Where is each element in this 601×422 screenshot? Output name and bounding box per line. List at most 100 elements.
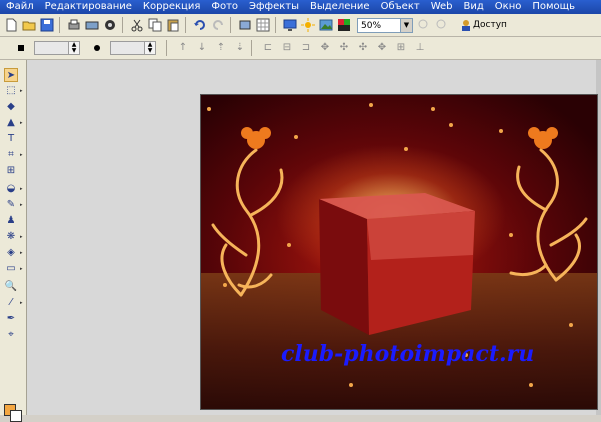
brush-tool-icon[interactable]: ✎ (4, 198, 18, 212)
center-h-icon[interactable]: ✣ (338, 42, 350, 54)
zoom-tool-icon[interactable]: 🔍 (4, 280, 18, 294)
zoom-out-icon[interactable] (417, 18, 431, 32)
chevron-right-icon: ▸ (20, 120, 23, 126)
circle-shape-icon[interactable] (90, 41, 104, 55)
grid-icon[interactable] (256, 18, 270, 32)
align-right-icon[interactable]: ⊐ (300, 42, 312, 54)
monitor-icon[interactable] (283, 18, 297, 32)
align-bottom-icon[interactable]: ↓ (196, 42, 208, 54)
eraser-tool-icon[interactable]: ◒ (4, 182, 18, 196)
zoom-in-icon[interactable] (435, 18, 449, 32)
pick-tool-icon[interactable]: ➤ (4, 68, 18, 82)
align-bottom-edge-icon[interactable]: ⇣ (234, 42, 246, 54)
chevron-right-icon: ▸ (20, 300, 23, 306)
align-center-h-icon[interactable]: ⊟ (281, 42, 293, 54)
camera-icon[interactable] (103, 18, 117, 32)
zoom-select[interactable]: 50% ▼ (357, 17, 413, 33)
left-flower (241, 127, 271, 149)
magic-wand-icon[interactable]: ◆ (4, 100, 18, 114)
same-height-icon[interactable]: ⊥ (414, 42, 426, 54)
tool-panel: ➤ ⬚ ▸ ◆ ▲ ▸ T ⌗ ▸ ⊞ ◒ ▸ ✎ ▸ ♟ ❋ ▸ ◈ ▸ ▭ … (0, 60, 27, 422)
background-color-swatch[interactable] (10, 410, 22, 422)
standard-toolbar: 50% ▼ Доступ (0, 14, 601, 37)
crop-tool-icon[interactable]: ⌗ (4, 148, 18, 162)
print-icon[interactable] (67, 18, 81, 32)
cube-left (319, 199, 369, 335)
clone-tool-icon[interactable]: ❋ (4, 230, 18, 244)
menu-view[interactable]: Вид (458, 0, 489, 14)
menu-help[interactable]: Помощь (526, 0, 580, 14)
image-edit-icon[interactable] (319, 18, 333, 32)
height-spinner[interactable]: ▲ ▼ (110, 41, 156, 55)
align-top-icon[interactable]: ↑ (177, 42, 189, 54)
menu-photo[interactable]: Фото (205, 0, 243, 14)
toolbar-separator (59, 17, 60, 33)
document-canvas[interactable]: club-photoimpact.ru (200, 94, 598, 410)
gradient-tool-icon[interactable]: ▭ (4, 262, 18, 276)
toolbar-separator (275, 17, 276, 33)
pen-tool-icon[interactable]: ✒ (4, 312, 18, 326)
menu-selection[interactable]: Выделение (304, 0, 375, 14)
new-file-icon[interactable] (4, 18, 18, 32)
eyedropper-tool-icon[interactable]: ⁄ (4, 296, 18, 310)
save-icon[interactable] (40, 18, 54, 32)
left-floral (211, 148, 284, 297)
color-picker-icon[interactable] (337, 18, 351, 32)
menu-adjust[interactable]: Коррекция (137, 0, 205, 14)
width-spinner[interactable]: ▲ ▼ (34, 41, 80, 55)
center-v-icon[interactable]: ✣ (357, 42, 369, 54)
spinner-arrows[interactable]: ▲ ▼ (68, 42, 79, 54)
undo-icon[interactable] (193, 18, 207, 32)
chevron-right-icon: ▸ (20, 186, 23, 192)
toolbar-separator (122, 17, 123, 33)
redo-icon[interactable] (211, 18, 225, 32)
transform-tool-icon[interactable]: ⊞ (4, 164, 18, 178)
menu-window[interactable]: Окно (489, 0, 527, 14)
cut-icon[interactable] (130, 18, 144, 32)
menu-web[interactable]: Web (425, 0, 458, 14)
sun-icon[interactable] (301, 18, 315, 32)
menu-edit[interactable]: Редактирование (39, 0, 137, 14)
chevron-right-icon: ▸ (20, 250, 23, 256)
access-button[interactable]: Доступ (455, 18, 507, 32)
zoom-value: 50% (361, 20, 382, 31)
toolbar-separator (230, 17, 231, 33)
chevron-right-icon: ▸ (20, 88, 23, 94)
crop-icon[interactable] (238, 18, 252, 32)
text-tool-icon[interactable]: T (4, 132, 18, 146)
toolbar-separator (251, 40, 252, 56)
copy-icon[interactable] (148, 18, 162, 32)
chevron-right-icon: ▸ (20, 266, 23, 272)
align-top-edge-icon[interactable]: ⇡ (215, 42, 227, 54)
chevron-right-icon: ▸ (20, 234, 23, 240)
chevron-right-icon: ▸ (20, 202, 23, 208)
right-flower (528, 127, 558, 149)
open-folder-icon[interactable] (22, 18, 36, 32)
toolbar-separator (166, 40, 167, 56)
same-width-icon[interactable]: ⊞ (395, 42, 407, 54)
distribute-icon[interactable]: ✥ (319, 42, 331, 54)
stamp-tool-icon[interactable]: ♟ (4, 214, 18, 228)
access-label: Доступ (473, 20, 507, 30)
menu-object[interactable]: Объект (375, 0, 425, 14)
right-floral (509, 148, 588, 282)
center-both-icon[interactable]: ✥ (376, 42, 388, 54)
chevron-down-icon[interactable]: ▼ (400, 18, 412, 32)
user-icon (459, 18, 473, 32)
attribute-toolbar: ▲ ▼ ▲ ▼ ↑ ↓ ⇡ ⇣ ⊏ ⊟ ⊐ ✥ ✣ ✣ ✥ ⊞ ⊥ (0, 37, 601, 60)
chevron-right-icon: ▸ (20, 152, 23, 158)
paint-bucket-icon[interactable]: ▲ (4, 116, 18, 130)
paste-icon[interactable] (166, 18, 180, 32)
menu-effects[interactable]: Эффекты (243, 0, 304, 14)
spinner-arrows[interactable]: ▲ ▼ (144, 42, 155, 54)
scan-icon[interactable] (85, 18, 99, 32)
square-shape-icon[interactable] (14, 41, 28, 55)
menu-file[interactable]: Файл (0, 0, 39, 14)
align-left-icon[interactable]: ⊏ (262, 42, 274, 54)
cube-highlight (367, 211, 475, 260)
toolbar-separator (185, 17, 186, 33)
path-tool-icon[interactable]: ⌖ (4, 328, 18, 342)
retouch-tool-icon[interactable]: ◈ (4, 246, 18, 260)
selection-tool-icon[interactable]: ⬚ (4, 84, 18, 98)
watermark-text: club-photoimpact.ru (281, 341, 535, 367)
